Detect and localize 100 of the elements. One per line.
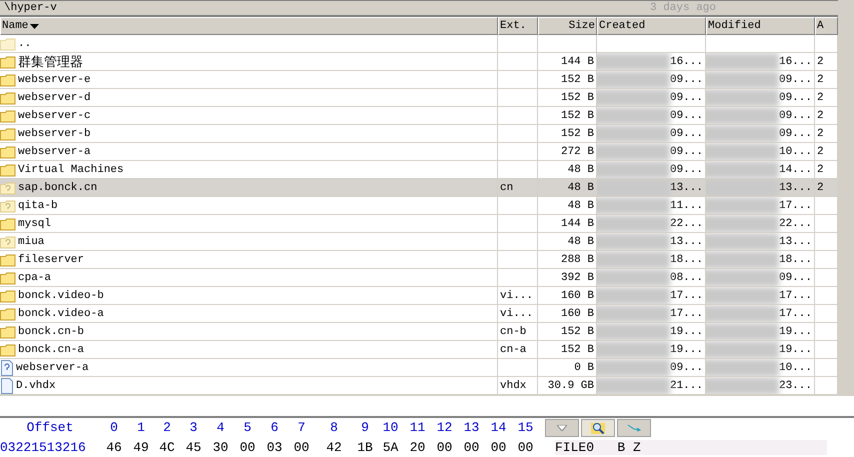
file-size: 152 B	[560, 326, 594, 338]
attribute-text: 2	[817, 146, 824, 158]
offset-value: 03221513216	[0, 440, 87, 454]
column-label: 3	[188, 420, 198, 435]
search-button[interactable]	[581, 418, 615, 436]
file-size: 144 B	[560, 56, 594, 68]
modified-time: 22...	[778, 218, 812, 230]
file-name: D.vhdx	[16, 380, 56, 392]
file-size: 288 B	[560, 254, 594, 266]
file-name: webserver-d	[18, 92, 91, 104]
column-header[interactable]: Size	[538, 17, 597, 35]
created-time: 09...	[670, 362, 703, 374]
file-icon	[0, 378, 14, 394]
hex-byte: 42	[325, 440, 343, 454]
file-size: 152 B	[560, 74, 594, 86]
file-name: mysql	[18, 218, 52, 230]
column-header[interactable]: A	[815, 17, 838, 35]
modified-time: 19...	[778, 344, 812, 356]
file-extension: vi...	[500, 308, 534, 320]
file-name: bonck.video-a	[18, 308, 104, 320]
file-name: cpa-a	[18, 272, 52, 284]
column-label: 5	[242, 420, 252, 435]
file-name: 群集管理器	[18, 54, 83, 70]
attribute-text: 2	[817, 164, 824, 176]
hex-byte: 1B	[356, 440, 374, 454]
file-name: webserver-b	[18, 128, 91, 140]
file-row[interactable]: bonck.video-b vi... 160 B 17... 17...	[0, 287, 838, 305]
file-row[interactable]: bonck.cn-b cn-b 152 B 19... 19...	[0, 323, 838, 341]
created-time: 13...	[670, 182, 703, 194]
caret-icon	[557, 424, 567, 430]
file-row[interactable]: 群集管理器 144 B 16... 16... 2	[0, 53, 838, 71]
column-header[interactable]: Modified	[706, 17, 815, 35]
column-label: 8	[329, 420, 339, 435]
file-row[interactable]: bonck.cn-a cn-a 152 B 19... 19...	[0, 341, 838, 359]
file-row[interactable]: qita-b 48 B 11... 17...	[0, 197, 838, 215]
created-time: 17...	[670, 290, 703, 302]
age-text: 3 days ago	[650, 2, 716, 14]
file-row[interactable]: webserver-a 0 B 09... 10...	[0, 359, 838, 377]
ascii-text: FILE0 B Z	[555, 440, 827, 454]
file-size: 160 B	[560, 290, 594, 302]
dropdown-button[interactable]	[545, 418, 579, 436]
modified-time: 09...	[778, 74, 812, 86]
file-row[interactable]: D.vhdx vhdx 30.9 GB 21... 23...	[0, 377, 838, 395]
attribute-text: 2	[817, 128, 824, 140]
path-text: \hyper-v	[4, 2, 57, 14]
file-name: ..	[18, 38, 32, 50]
column-label: 9	[360, 420, 370, 435]
file-row[interactable]: bonck.video-a vi... 160 B 17... 17...	[0, 305, 838, 323]
created-time: 09...	[670, 74, 703, 86]
file-row[interactable]: miua 48 B 13... 13...	[0, 233, 838, 251]
file-row[interactable]: ..	[0, 35, 838, 53]
created-time: 16...	[670, 56, 703, 68]
created-time: 13...	[670, 236, 703, 248]
column-label: 10	[382, 420, 400, 435]
file-row[interactable]: webserver-b 152 B 09... 09... 2	[0, 125, 838, 143]
file-row[interactable]: webserver-c 152 B 09... 09... 2	[0, 107, 838, 125]
file-size: 48 B	[568, 200, 594, 212]
created-time: 09...	[670, 128, 703, 140]
modified-time: 09...	[778, 128, 812, 140]
created-time: 11...	[670, 200, 703, 212]
unknown-folder-icon	[0, 234, 16, 248]
hex-byte: 00	[490, 440, 508, 454]
file-extension: cn-b	[500, 326, 526, 338]
file-row[interactable]: sap.bonck.cn cn 48 B 13... 13... 2	[0, 179, 838, 197]
file-name: sap.bonck.cn	[18, 182, 98, 194]
file-row[interactable]: webserver-d 152 B 09... 09... 2	[0, 89, 838, 107]
file-name: webserver-a	[16, 362, 89, 374]
file-row[interactable]: webserver-a 272 B 09... 10... 2	[0, 143, 838, 161]
unknown-folder-icon	[0, 198, 16, 212]
hex-byte: 4C	[158, 440, 176, 454]
file-row[interactable]: fileserver 288 B 18... 18...	[0, 251, 838, 269]
file-size: 272 B	[560, 146, 594, 158]
column-label: 2	[162, 420, 172, 435]
file-row[interactable]: Virtual Machines 48 B 09... 14... 2	[0, 161, 838, 179]
file-size: 160 B	[560, 308, 594, 320]
file-name: fileserver	[18, 254, 84, 266]
file-name: bonck.cn-a	[18, 344, 84, 356]
file-size: 30.9 GB	[548, 380, 594, 392]
modified-time: 10...	[778, 146, 812, 158]
hex-byte: 30	[212, 440, 230, 454]
file-size: 0 B	[574, 362, 594, 374]
file-name: bonck.cn-b	[18, 326, 84, 338]
file-name: webserver-a	[18, 146, 91, 158]
file-row[interactable]: cpa-a 392 B 08... 09...	[0, 269, 838, 287]
file-name: webserver-c	[18, 110, 91, 122]
hex-byte: 46	[105, 440, 123, 454]
file-size: 152 B	[560, 110, 594, 122]
arrow-icon	[627, 424, 641, 432]
column-header[interactable]: Ext.	[498, 17, 538, 35]
file-row[interactable]: mysql 144 B 22... 22...	[0, 215, 838, 233]
created-time: 09...	[670, 92, 703, 104]
file-name: miua	[18, 236, 44, 248]
file-size: 392 B	[560, 272, 594, 284]
created-time: 19...	[670, 326, 703, 338]
file-row[interactable]: webserver-e 152 B 09... 09... 2	[0, 71, 838, 89]
column-header[interactable]: Name	[0, 17, 498, 35]
column-header[interactable]: Created	[597, 17, 706, 35]
unknown-folder-icon	[0, 180, 16, 194]
hex-byte: 00	[462, 440, 480, 454]
scrollbar-track[interactable]	[838, 0, 854, 395]
